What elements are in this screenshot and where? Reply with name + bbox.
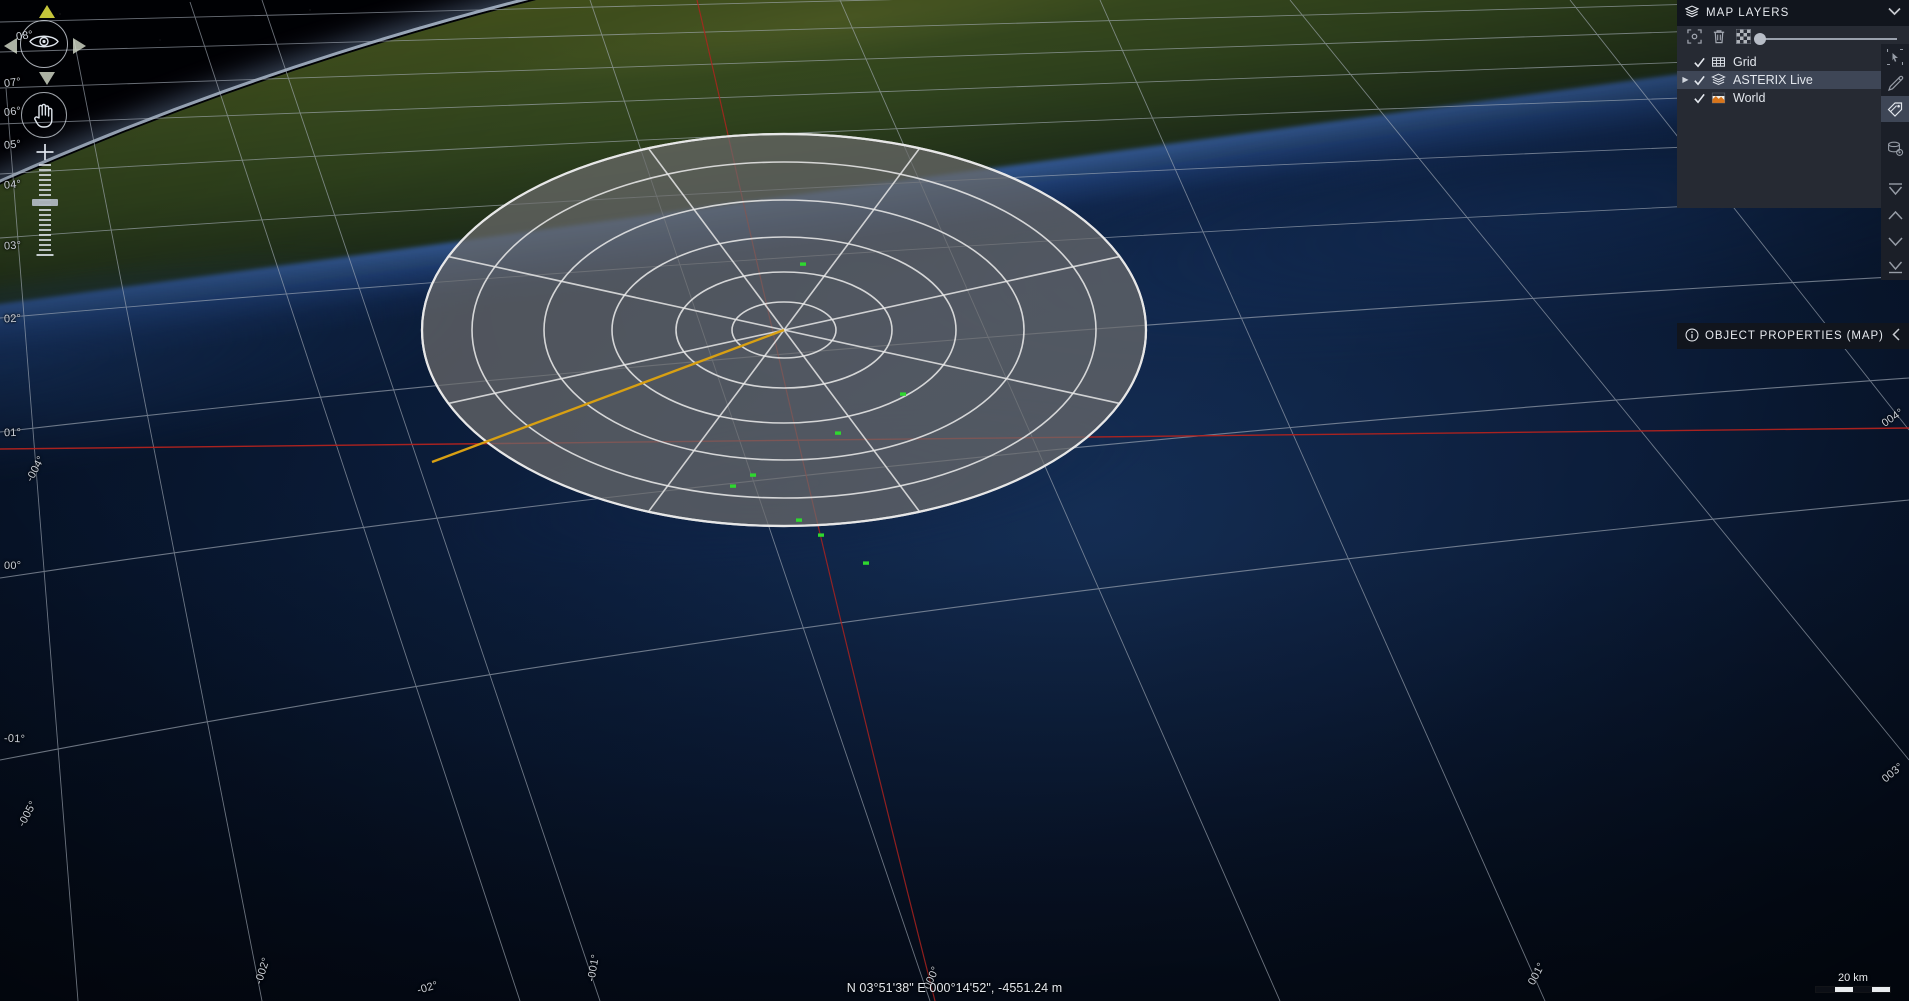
compass-north-triangle-icon[interactable] [39, 5, 55, 18]
layer-tools-toolbar[interactable] [1881, 44, 1909, 280]
move-down-button[interactable] [1881, 228, 1909, 254]
layer-visibility-checkbox[interactable] [1692, 91, 1706, 105]
chevron-up-icon [1887, 210, 1903, 220]
pencil-icon [1887, 75, 1903, 91]
tag-icon [1887, 101, 1902, 117]
layer-visibility-checkbox[interactable] [1692, 73, 1706, 87]
latitude-label: 02° [3, 312, 22, 326]
minus-icon[interactable] [36, 254, 54, 256]
move-top-icon [1888, 182, 1902, 195]
layer-row-grid[interactable]: Grid [1677, 53, 1909, 71]
hand-pan-icon[interactable] [32, 102, 56, 128]
grid-icon [1711, 55, 1728, 69]
latitude-label: 01° [3, 426, 22, 440]
layer-row-asterix-live[interactable]: ▶ ASTERIX Live [1677, 71, 1909, 89]
globe-3d-viewport[interactable]: 08° 07° 06° 05° 04° 03° 02° 01° 00° -01° -004° -005… [0, 0, 1909, 1001]
chevron-down-icon [1887, 236, 1903, 246]
latitude-label: 05° [3, 138, 22, 152]
info-circle-icon [1685, 328, 1699, 345]
zoom-slider-handle[interactable] [32, 199, 58, 206]
latitude-label: 06° [3, 104, 22, 120]
label-tool-button[interactable] [1881, 96, 1909, 122]
trash-icon[interactable] [1712, 29, 1726, 49]
compass-west-triangle-icon[interactable] [4, 38, 17, 54]
pan-hand-control[interactable] [21, 92, 67, 138]
chevron-down-icon[interactable] [1888, 7, 1901, 19]
zoom-to-layer-icon[interactable] [1687, 29, 1702, 49]
scale-bar-label: 20 km [1838, 972, 1868, 984]
latitude-label: -01° [3, 732, 26, 746]
map-layers-toolbar [1677, 26, 1909, 50]
zoom-tick-marks [39, 164, 51, 251]
application-window: 08° 07° 06° 05° 04° 03° 02° 01° 00° -01° -004° -005… [0, 0, 1909, 1001]
latitude-label: 04° [3, 178, 22, 192]
latitude-label: 07° [3, 75, 22, 91]
map-layers-header[interactable]: MAP LAYERS [1677, 0, 1909, 26]
opacity-checker-icon [1736, 29, 1751, 49]
layers-stack-icon [1684, 4, 1700, 22]
coordinate-readout: N 03°51'38" E 000°14'52", -4551.24 m [846, 981, 1063, 995]
database-gear-icon [1887, 141, 1903, 156]
eye-orbit-icon[interactable] [29, 33, 59, 56]
latitude-label: 03° [3, 239, 22, 253]
layers-stack-icon [1711, 73, 1728, 87]
layer-list[interactable]: Grid ▶ ASTERIX Live World [1677, 50, 1909, 208]
opacity-knob[interactable] [1754, 33, 1767, 45]
layer-label: Grid [1733, 55, 1757, 69]
zoom-slider-control[interactable] [28, 144, 62, 260]
compass-south-triangle-icon[interactable] [39, 72, 55, 85]
scale-bar: 20 km [1815, 972, 1891, 993]
earth-surface [0, 0, 1909, 1001]
plus-icon-vertical[interactable] [44, 144, 46, 160]
orbit-compass-control[interactable] [4, 5, 86, 85]
layer-label: ASTERIX Live [1733, 73, 1813, 87]
chevron-left-icon[interactable] [1892, 328, 1901, 344]
select-tool-button[interactable] [1881, 44, 1909, 70]
move-to-top-button[interactable] [1881, 176, 1909, 202]
right-panel-stack: MAP LAYERS Grid ▶ ASTERIX Live World [1677, 0, 1909, 208]
layer-row-world[interactable]: World [1677, 89, 1909, 107]
compass-east-triangle-icon[interactable] [73, 38, 86, 54]
layer-opacity-slider[interactable] [1736, 29, 1901, 49]
scale-bar-segments [1815, 986, 1891, 993]
edit-tool-button[interactable] [1881, 70, 1909, 96]
layer-visibility-checkbox[interactable] [1692, 55, 1706, 69]
latitude-label: 00° [4, 560, 22, 572]
move-up-button[interactable] [1881, 202, 1909, 228]
expand-triangle-icon[interactable]: ▶ [1679, 76, 1692, 84]
move-to-bottom-button[interactable] [1881, 254, 1909, 280]
object-properties-panel: OBJECT PROPERTIES (MAP) [1677, 323, 1909, 349]
world-image-icon [1711, 91, 1728, 105]
map-layers-title: MAP LAYERS [1706, 7, 1790, 19]
opacity-track[interactable] [1754, 33, 1897, 45]
marquee-select-icon [1887, 49, 1903, 65]
object-properties-title: OBJECT PROPERTIES (MAP) [1705, 330, 1884, 342]
move-bottom-icon [1888, 261, 1902, 273]
object-properties-header[interactable]: OBJECT PROPERTIES (MAP) [1677, 323, 1909, 349]
layer-label: World [1733, 91, 1766, 105]
map-layers-panel: MAP LAYERS Grid ▶ ASTERIX Live World [1677, 0, 1909, 208]
database-settings-button[interactable] [1881, 136, 1909, 162]
